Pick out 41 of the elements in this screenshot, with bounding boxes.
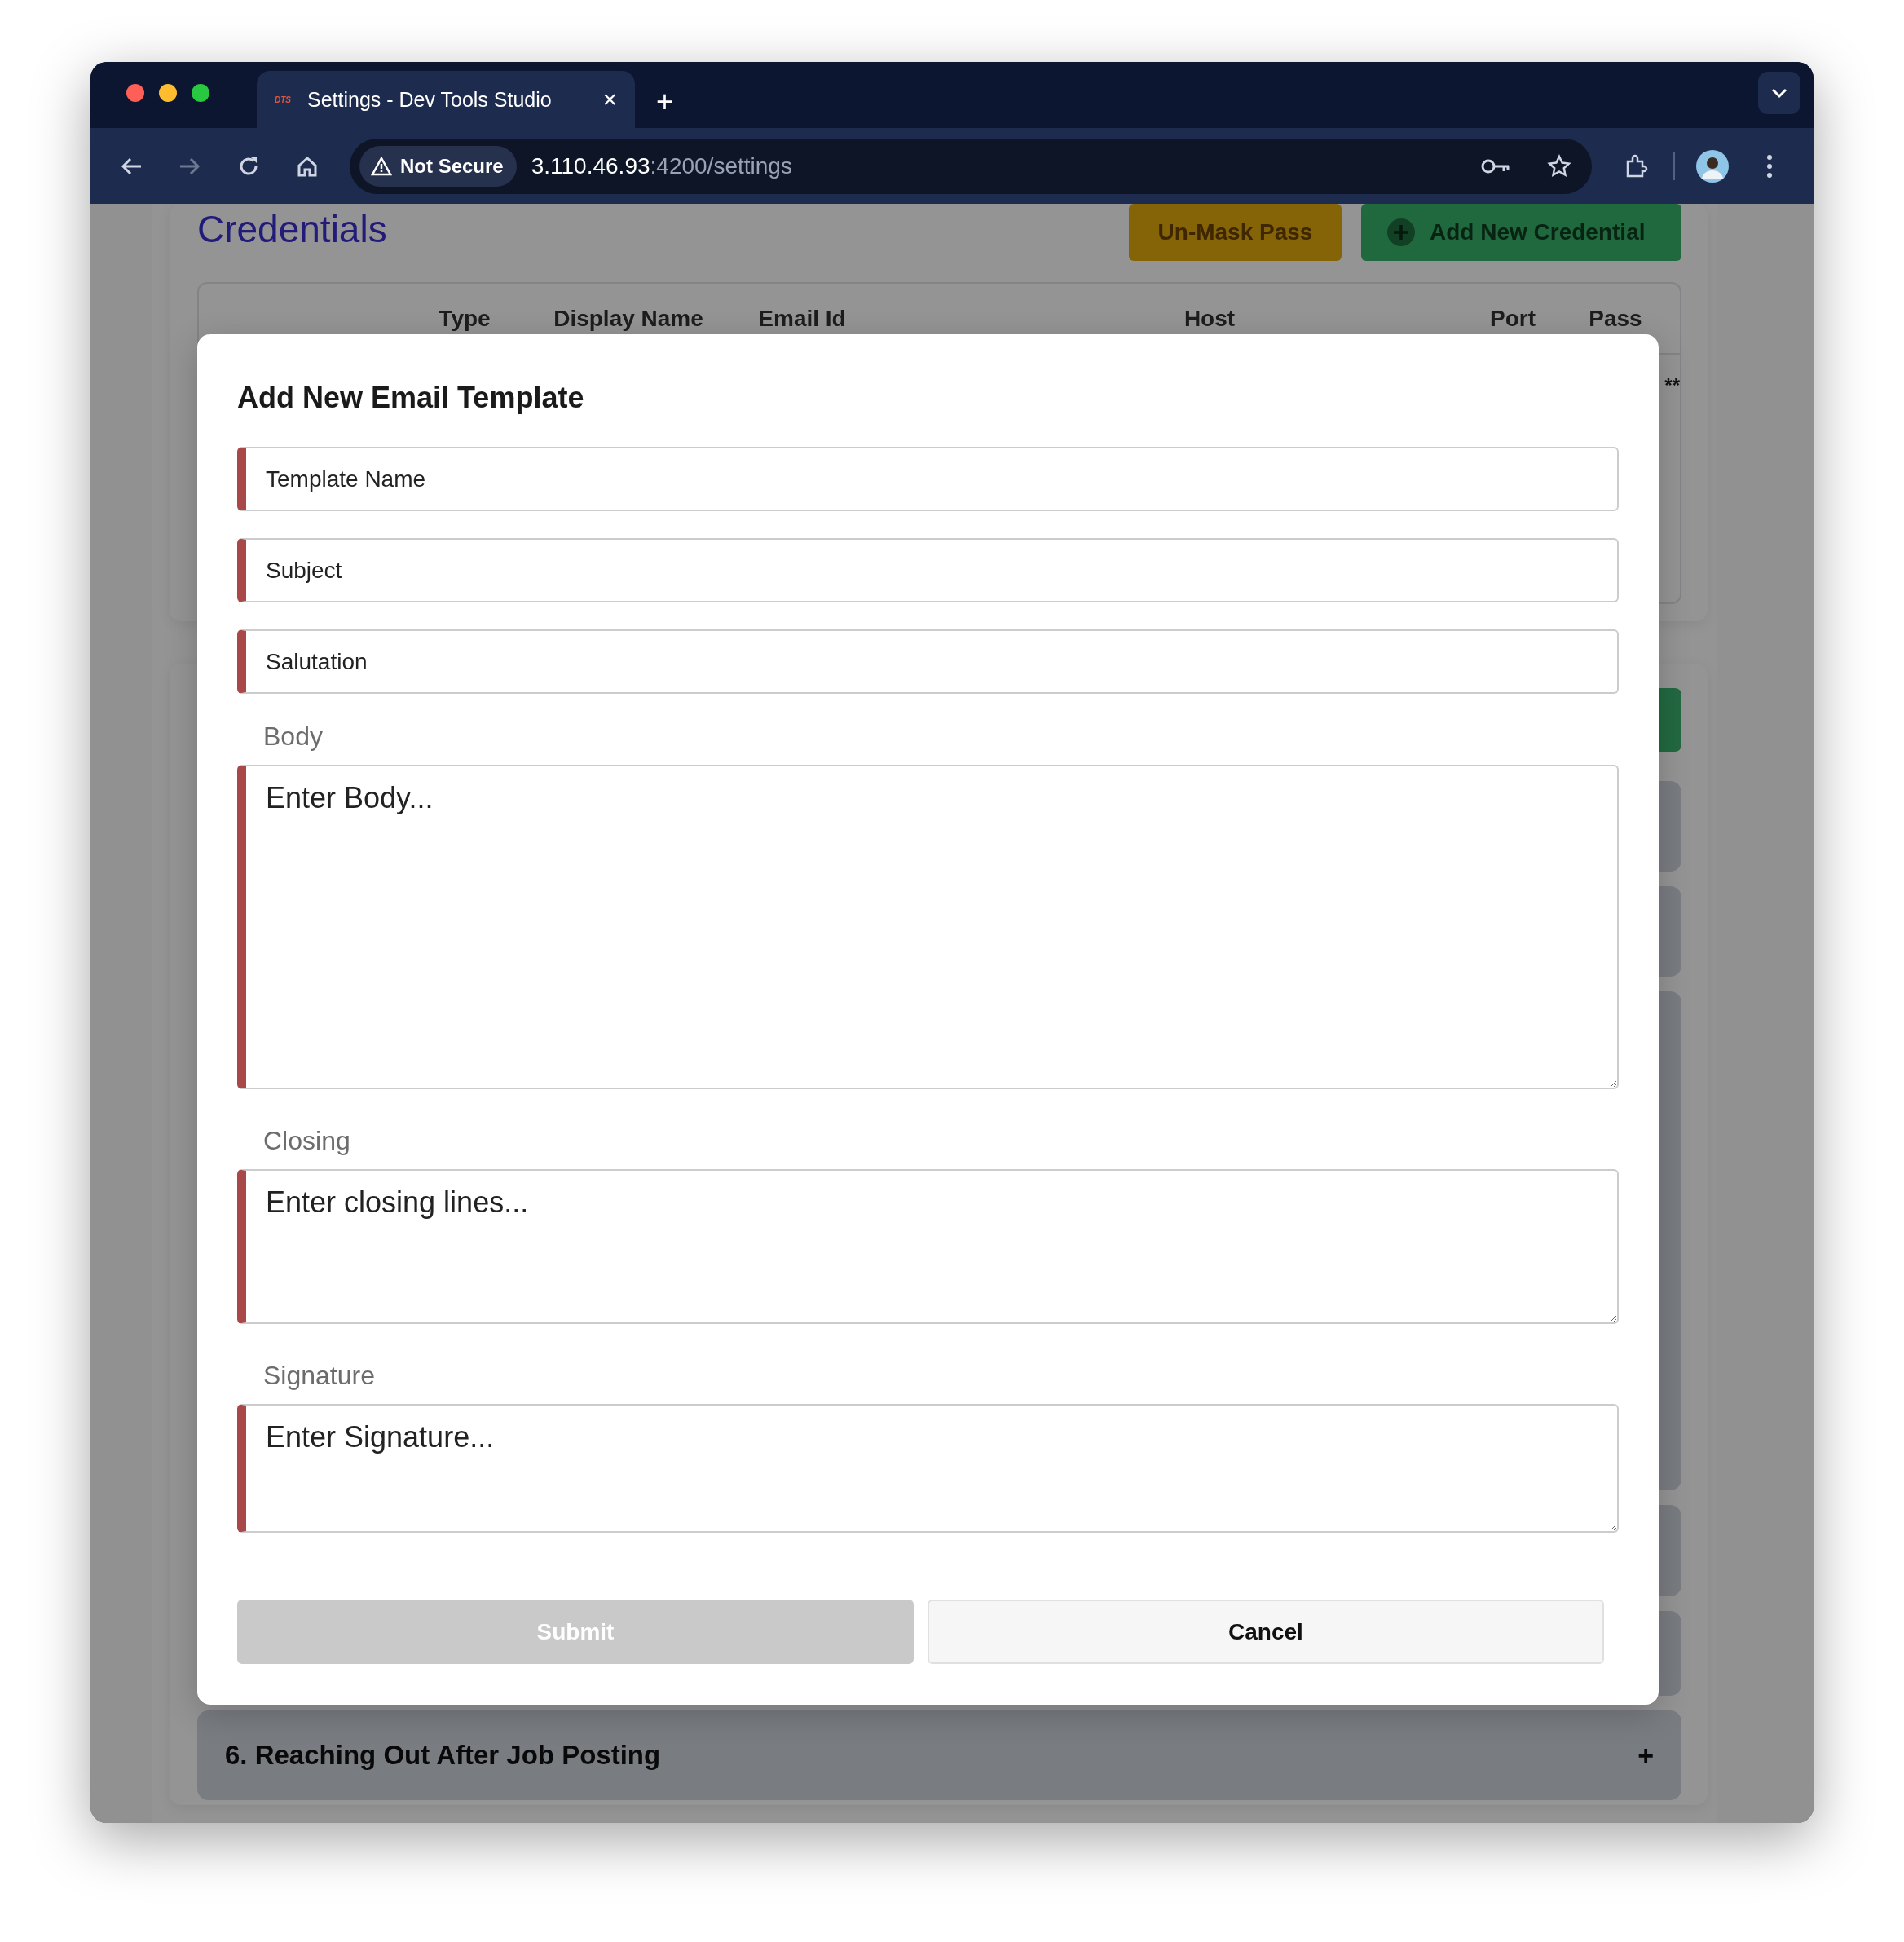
- modal-button[interactable]: Cancel: [928, 1600, 1604, 1664]
- section-title: Credentials: [197, 207, 388, 251]
- field-label: Signature: [263, 1360, 376, 1391]
- favicon: DTS: [275, 95, 292, 104]
- column-header: Pass: [1588, 305, 1643, 332]
- chevron-down-icon: [1770, 87, 1788, 99]
- plus-circle-icon: [1387, 218, 1415, 246]
- tab-title: Settings - Dev Tools Studio: [307, 87, 553, 112]
- forward-arrow-icon: [178, 156, 201, 176]
- back-arrow-icon: [120, 156, 143, 176]
- column-header: Port: [1489, 305, 1536, 332]
- field-label: Body: [263, 721, 324, 752]
- minimize-window-button[interactable]: [159, 84, 177, 102]
- column-header: Display Name: [553, 305, 704, 332]
- text-area[interactable]: Enter closing lines...: [237, 1169, 1619, 1324]
- field-label: Closing: [263, 1125, 351, 1156]
- column-header: Email Id: [757, 305, 847, 332]
- star-icon: [1547, 153, 1571, 179]
- text-area[interactable]: Enter Signature...: [237, 1404, 1619, 1533]
- modal-title: Add New Email Template: [237, 380, 585, 416]
- avatar-icon: [1696, 149, 1729, 183]
- home-icon: [296, 154, 319, 178]
- address-bar[interactable]: Not Secure 3.110.46.93:4200/settings: [350, 138, 1592, 194]
- warning-icon: [371, 156, 392, 176]
- text-field[interactable]: Template Name: [237, 447, 1619, 511]
- url-text: 3.110.46.93:4200/settings: [531, 152, 793, 179]
- maximize-window-button[interactable]: [192, 84, 209, 102]
- text-field[interactable]: Salutation: [237, 629, 1619, 694]
- close-tab-button[interactable]: ×: [602, 87, 617, 112]
- text-area[interactable]: Enter Body...: [237, 765, 1619, 1089]
- text-field[interactable]: Subject: [237, 538, 1619, 602]
- close-window-button[interactable]: [126, 84, 144, 102]
- security-chip[interactable]: Not Secure: [359, 145, 517, 187]
- menu-icon: [1766, 153, 1773, 179]
- browser-tab[interactable]: DTS Settings - Dev Tools Studio ×: [257, 71, 635, 128]
- column-header: Host: [1183, 305, 1236, 332]
- tab-search-button[interactable]: [1758, 72, 1800, 114]
- column-header: Type: [438, 305, 491, 332]
- new-tab-button[interactable]: +: [656, 87, 674, 117]
- masked-password: **: [1664, 374, 1680, 397]
- accordion-item[interactable]: 6. Reaching Out After Job Posting +: [197, 1710, 1681, 1800]
